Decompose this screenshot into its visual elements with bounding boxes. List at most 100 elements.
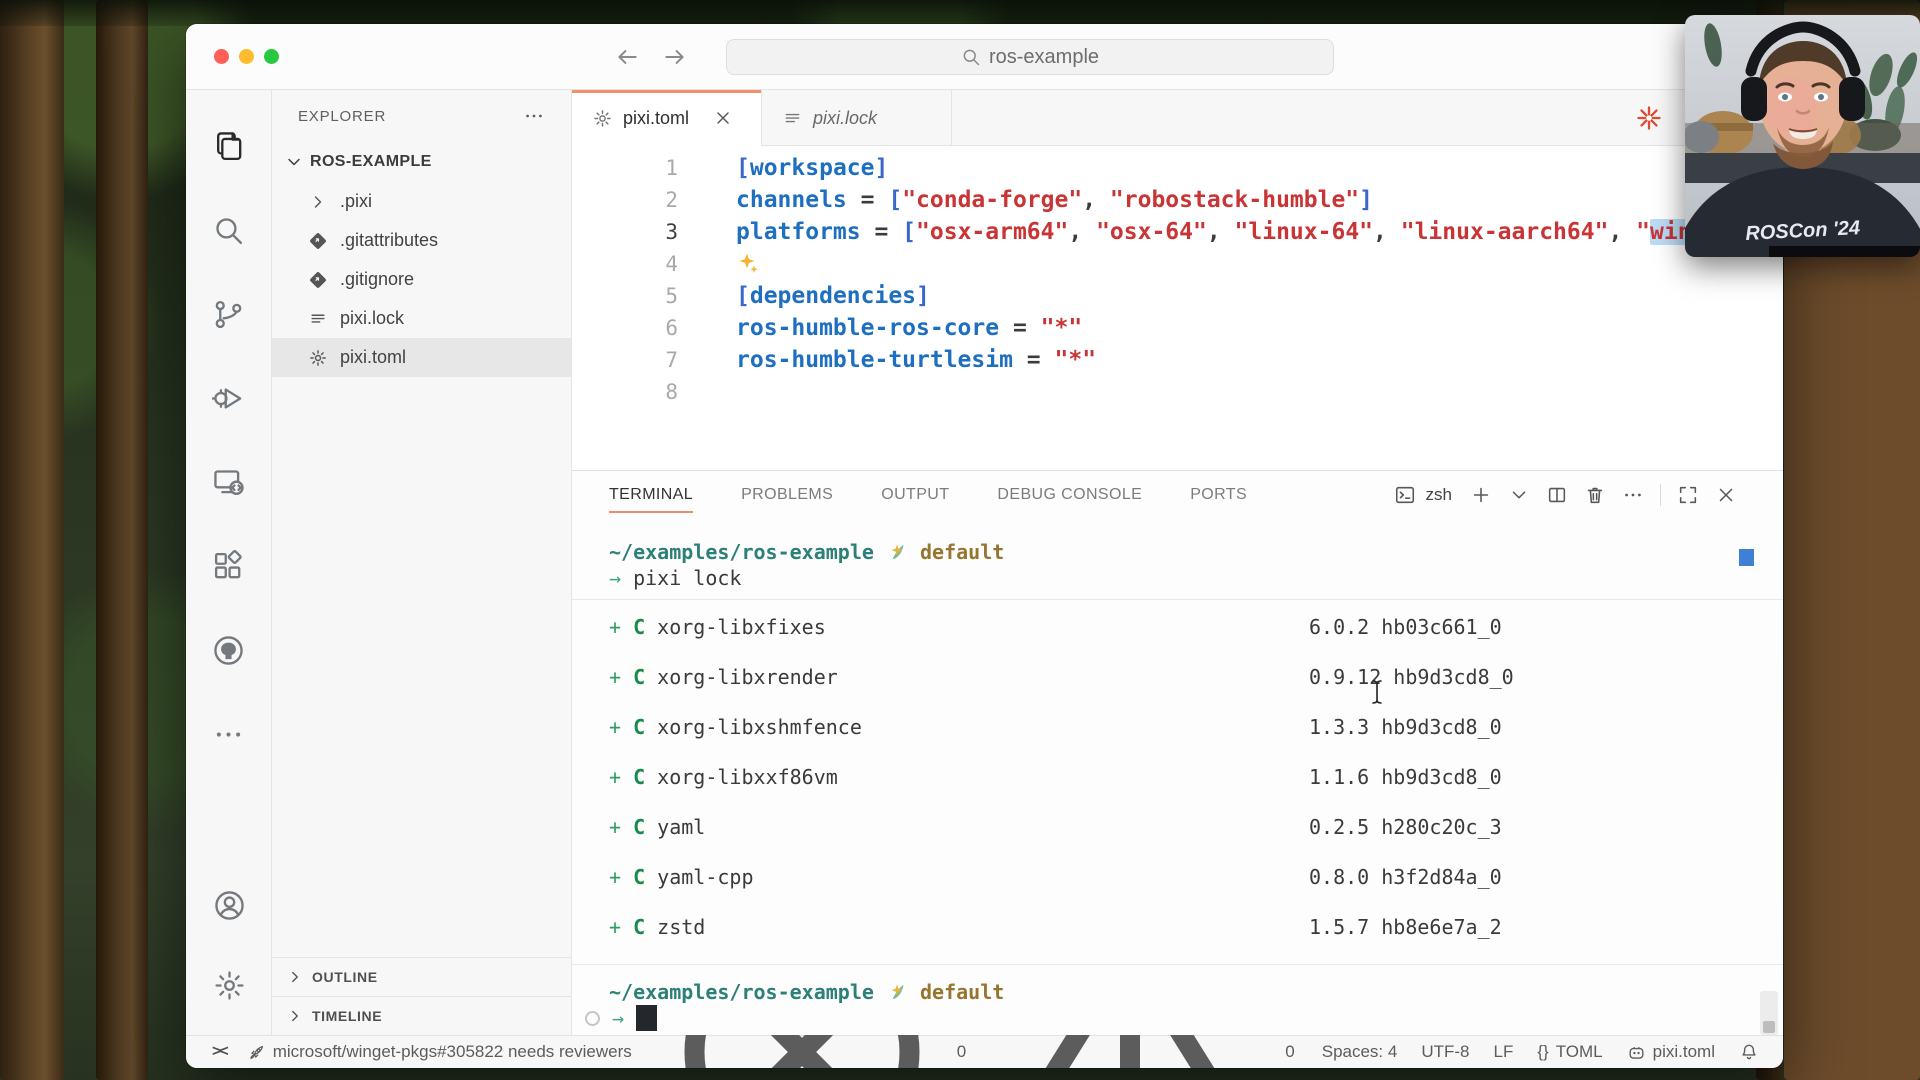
indentation-status[interactable]: Spaces: 4 bbox=[1322, 1042, 1398, 1062]
code-token: , bbox=[1068, 219, 1096, 245]
package-row: + C yaml-cpp0.8.0 h3f2d84a_0 bbox=[609, 864, 1783, 890]
sidebar-item-gitattributes[interactable]: .gitattributes bbox=[272, 221, 571, 260]
code-token: ros-humble-turtlesim bbox=[736, 347, 1013, 373]
line-content: ros-humble-ros-core = "*" bbox=[722, 312, 1082, 344]
panel-tab-problems[interactable]: PROBLEMS bbox=[741, 471, 833, 519]
tree-trunk bbox=[96, 0, 148, 1080]
tab-close-icon[interactable] bbox=[713, 108, 733, 128]
package-kind: C bbox=[633, 915, 645, 939]
ellipsis-icon[interactable] bbox=[1622, 484, 1644, 506]
code-token: , bbox=[1082, 187, 1110, 213]
package-name-cell: + C yaml bbox=[609, 814, 1309, 840]
package-name-cell: + C xorg-libxrender bbox=[609, 664, 1309, 690]
code-token: "osx-arm64" bbox=[916, 219, 1068, 245]
forward-icon[interactable] bbox=[662, 44, 688, 70]
pixi-extension-status[interactable]: pixi.toml bbox=[1627, 1042, 1715, 1062]
command-center-search[interactable]: ros-example bbox=[726, 39, 1334, 75]
chevron-right-icon bbox=[286, 968, 304, 986]
editor-tab-pixilock[interactable]: pixi.lock bbox=[762, 90, 952, 146]
sidebar-item-gitignore[interactable]: .gitignore bbox=[272, 260, 571, 299]
back-icon[interactable] bbox=[614, 44, 640, 70]
views-more-actions-icon[interactable] bbox=[523, 105, 545, 127]
split-icon[interactable] bbox=[1546, 484, 1568, 506]
files-icon bbox=[212, 130, 245, 163]
pixi-robot-icon bbox=[1627, 1043, 1646, 1062]
chevron-right-icon bbox=[308, 192, 328, 212]
code-editor[interactable]: 1[workspace]2channels = ["conda-forge", … bbox=[572, 146, 1783, 470]
close-window-button[interactable] bbox=[214, 49, 229, 64]
github-pr-status[interactable]: microsoft/winget-pkgs#305822 needs revie… bbox=[247, 1042, 632, 1062]
sidebar-section-timeline[interactable]: TIMELINE bbox=[272, 996, 571, 1035]
panel-tab-terminal[interactable]: TERMINAL bbox=[609, 471, 693, 519]
activity-bar-item-remote-explorer[interactable] bbox=[186, 440, 272, 524]
package-op: + bbox=[609, 615, 633, 639]
sidebar-section-outline[interactable]: OUTLINE bbox=[272, 957, 571, 996]
code-line: 3platforms = ["osx-arm64", "osx-64", "li… bbox=[572, 216, 1783, 248]
close-icon[interactable] bbox=[1715, 484, 1737, 506]
trash-icon[interactable] bbox=[1584, 484, 1606, 506]
activity-bar-item-accounts[interactable] bbox=[186, 865, 272, 945]
list-lines-icon bbox=[782, 108, 803, 129]
code-token: [ bbox=[736, 283, 750, 309]
panel-header: TERMINAL PROBLEMS OUTPUT DEBUG CONSOLE PORTS… bbox=[572, 471, 1783, 519]
package-row: + C yaml0.2.5 h280c20c_3 bbox=[609, 814, 1783, 840]
line-number: 7 bbox=[572, 344, 722, 376]
package-row: + C xorg-libxshmfence1.3.3 hb9d3cd8_0 bbox=[609, 714, 1783, 740]
code-line: 4 bbox=[572, 248, 1783, 280]
terminal-scrollbar-thumb[interactable] bbox=[1763, 1021, 1775, 1033]
status-bar: >< microsoft/winget-pkgs#305822 needs re… bbox=[186, 1035, 1783, 1068]
panel-tab-ports[interactable]: PORTS bbox=[1190, 471, 1247, 519]
code-token: , bbox=[1608, 219, 1636, 245]
maximize-icon[interactable] bbox=[1677, 484, 1699, 506]
activity-bar-item-run-debug[interactable] bbox=[186, 356, 272, 440]
title-bar: ros-example bbox=[186, 24, 1783, 90]
sidebar-item-pixilock[interactable]: pixi.lock bbox=[272, 299, 571, 338]
account-icon bbox=[213, 889, 246, 922]
panel-tab-output[interactable]: OUTPUT bbox=[881, 471, 949, 519]
zoom-window-button[interactable] bbox=[264, 49, 279, 64]
activity-bar-item-source-control[interactable] bbox=[186, 272, 272, 356]
eol-status[interactable]: LF bbox=[1494, 1042, 1514, 1062]
red-starburst-icon[interactable] bbox=[1635, 104, 1663, 132]
activity-bar-item-more[interactable] bbox=[186, 692, 272, 776]
prompt-env: default bbox=[920, 540, 1004, 564]
line-content bbox=[722, 376, 736, 408]
package-kind: C bbox=[633, 715, 645, 739]
package-op: + bbox=[609, 765, 633, 789]
language-mode-status[interactable]: {}TOML bbox=[1537, 1042, 1602, 1062]
code-token: "osx-64" bbox=[1096, 219, 1207, 245]
explorer-sidebar: EXPLORER ROS-EXAMPLE .pixi.gitattributes… bbox=[272, 90, 572, 1035]
line-number: 2 bbox=[572, 184, 722, 216]
terminal-icon[interactable] bbox=[1394, 484, 1416, 506]
sidebar-item-root-folder[interactable]: ROS-EXAMPLE bbox=[272, 142, 571, 182]
panel-tab-debug-console[interactable]: DEBUG CONSOLE bbox=[997, 471, 1142, 519]
remote-explorer-icon bbox=[212, 466, 245, 499]
activity-bar-item-explorer[interactable] bbox=[186, 104, 272, 188]
line-number: 5 bbox=[572, 280, 722, 312]
sidebar-item-pixi[interactable]: .pixi bbox=[272, 182, 571, 221]
section-label: OUTLINE bbox=[312, 969, 378, 985]
activity-bar-item-settings[interactable] bbox=[186, 945, 272, 1025]
activity-bar-item-github[interactable] bbox=[186, 608, 272, 692]
sparkle-fairy-emoji bbox=[886, 541, 908, 563]
terminal[interactable]: ~/examples/ros-example default → pixi lo… bbox=[572, 519, 1783, 1035]
plus-icon[interactable] bbox=[1470, 484, 1492, 506]
package-name-cell: + C xorg-libxxf86vm bbox=[609, 764, 1309, 790]
package-name-cell: + C zstd bbox=[609, 914, 1309, 940]
file-label: pixi.toml bbox=[340, 347, 406, 368]
bell-icon[interactable] bbox=[1739, 1042, 1759, 1062]
line-content: [dependencies] bbox=[722, 280, 930, 312]
terminal-decoration-square bbox=[1739, 549, 1754, 566]
code-line: 6ros-humble-ros-core = "*" bbox=[572, 312, 1783, 344]
editor-tab-pixitoml[interactable]: pixi.toml bbox=[572, 90, 762, 146]
encoding-status[interactable]: UTF-8 bbox=[1421, 1042, 1469, 1062]
remote-indicator[interactable]: >< bbox=[212, 1043, 227, 1061]
sidebar-item-pixitoml[interactable]: pixi.toml bbox=[272, 338, 571, 377]
activity-bar-item-search[interactable] bbox=[186, 188, 272, 272]
minimize-window-button[interactable] bbox=[239, 49, 254, 64]
activity-bar-item-extensions[interactable] bbox=[186, 524, 272, 608]
code-line: 8 bbox=[572, 376, 1783, 408]
vscode-window: ros-example EXPLORER ROS-EXAMPLE .pixi.g… bbox=[186, 24, 1783, 1068]
chevron-down-icon[interactable] bbox=[1508, 484, 1530, 506]
line-content: platforms = ["osx-arm64", "osx-64", "lin… bbox=[722, 216, 1761, 248]
